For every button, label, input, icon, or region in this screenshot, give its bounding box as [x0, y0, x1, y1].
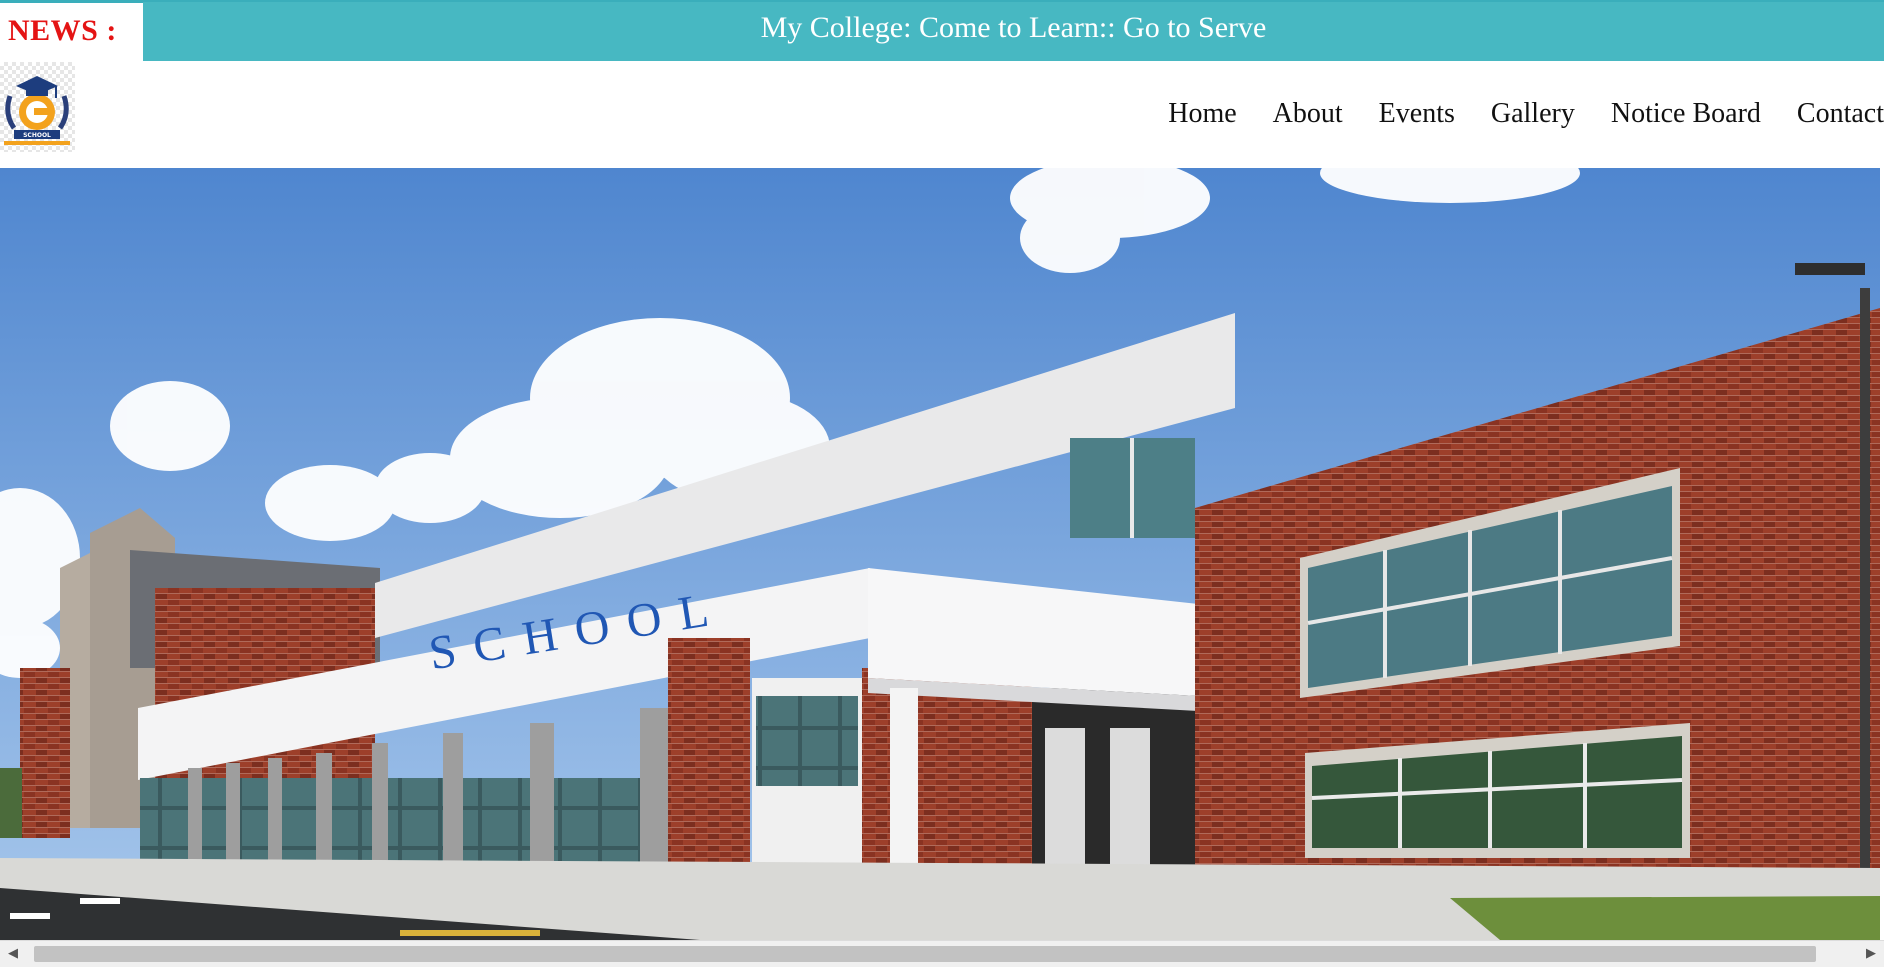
- hero-school-image: SCHOOL: [0, 168, 1880, 940]
- nav-home[interactable]: Home: [1168, 98, 1236, 130]
- news-label: NEWS :: [8, 14, 117, 47]
- main-nav: Home About Events Gallery Notice Board C…: [1132, 98, 1884, 130]
- page-right-gutter: [1880, 168, 1884, 940]
- horizontal-scrollbar[interactable]: ◀ ▶: [0, 940, 1884, 967]
- nav-notice-board[interactable]: Notice Board: [1611, 98, 1761, 130]
- nav-contact[interactable]: Contact: [1797, 98, 1884, 130]
- svg-text:SCHOOL: SCHOOL: [23, 132, 51, 139]
- scrollbar-thumb[interactable]: [34, 946, 1816, 962]
- school-logo-icon: SCHOOL: [4, 76, 70, 145]
- school-building-illustration: SCHOOL: [0, 168, 1880, 940]
- nav-gallery[interactable]: Gallery: [1491, 98, 1575, 130]
- scroll-right-arrow-icon[interactable]: ▶: [1858, 941, 1884, 967]
- scroll-left-arrow-icon[interactable]: ◀: [0, 941, 26, 967]
- news-ticker: My College: Come to Learn:: Go to Serve: [143, 2, 1884, 61]
- nav-events[interactable]: Events: [1379, 98, 1455, 130]
- nav-about[interactable]: About: [1273, 98, 1343, 130]
- news-ticker-text: My College: Come to Learn:: Go to Serve: [760, 11, 1267, 44]
- school-logo[interactable]: SCHOOL: [0, 62, 75, 152]
